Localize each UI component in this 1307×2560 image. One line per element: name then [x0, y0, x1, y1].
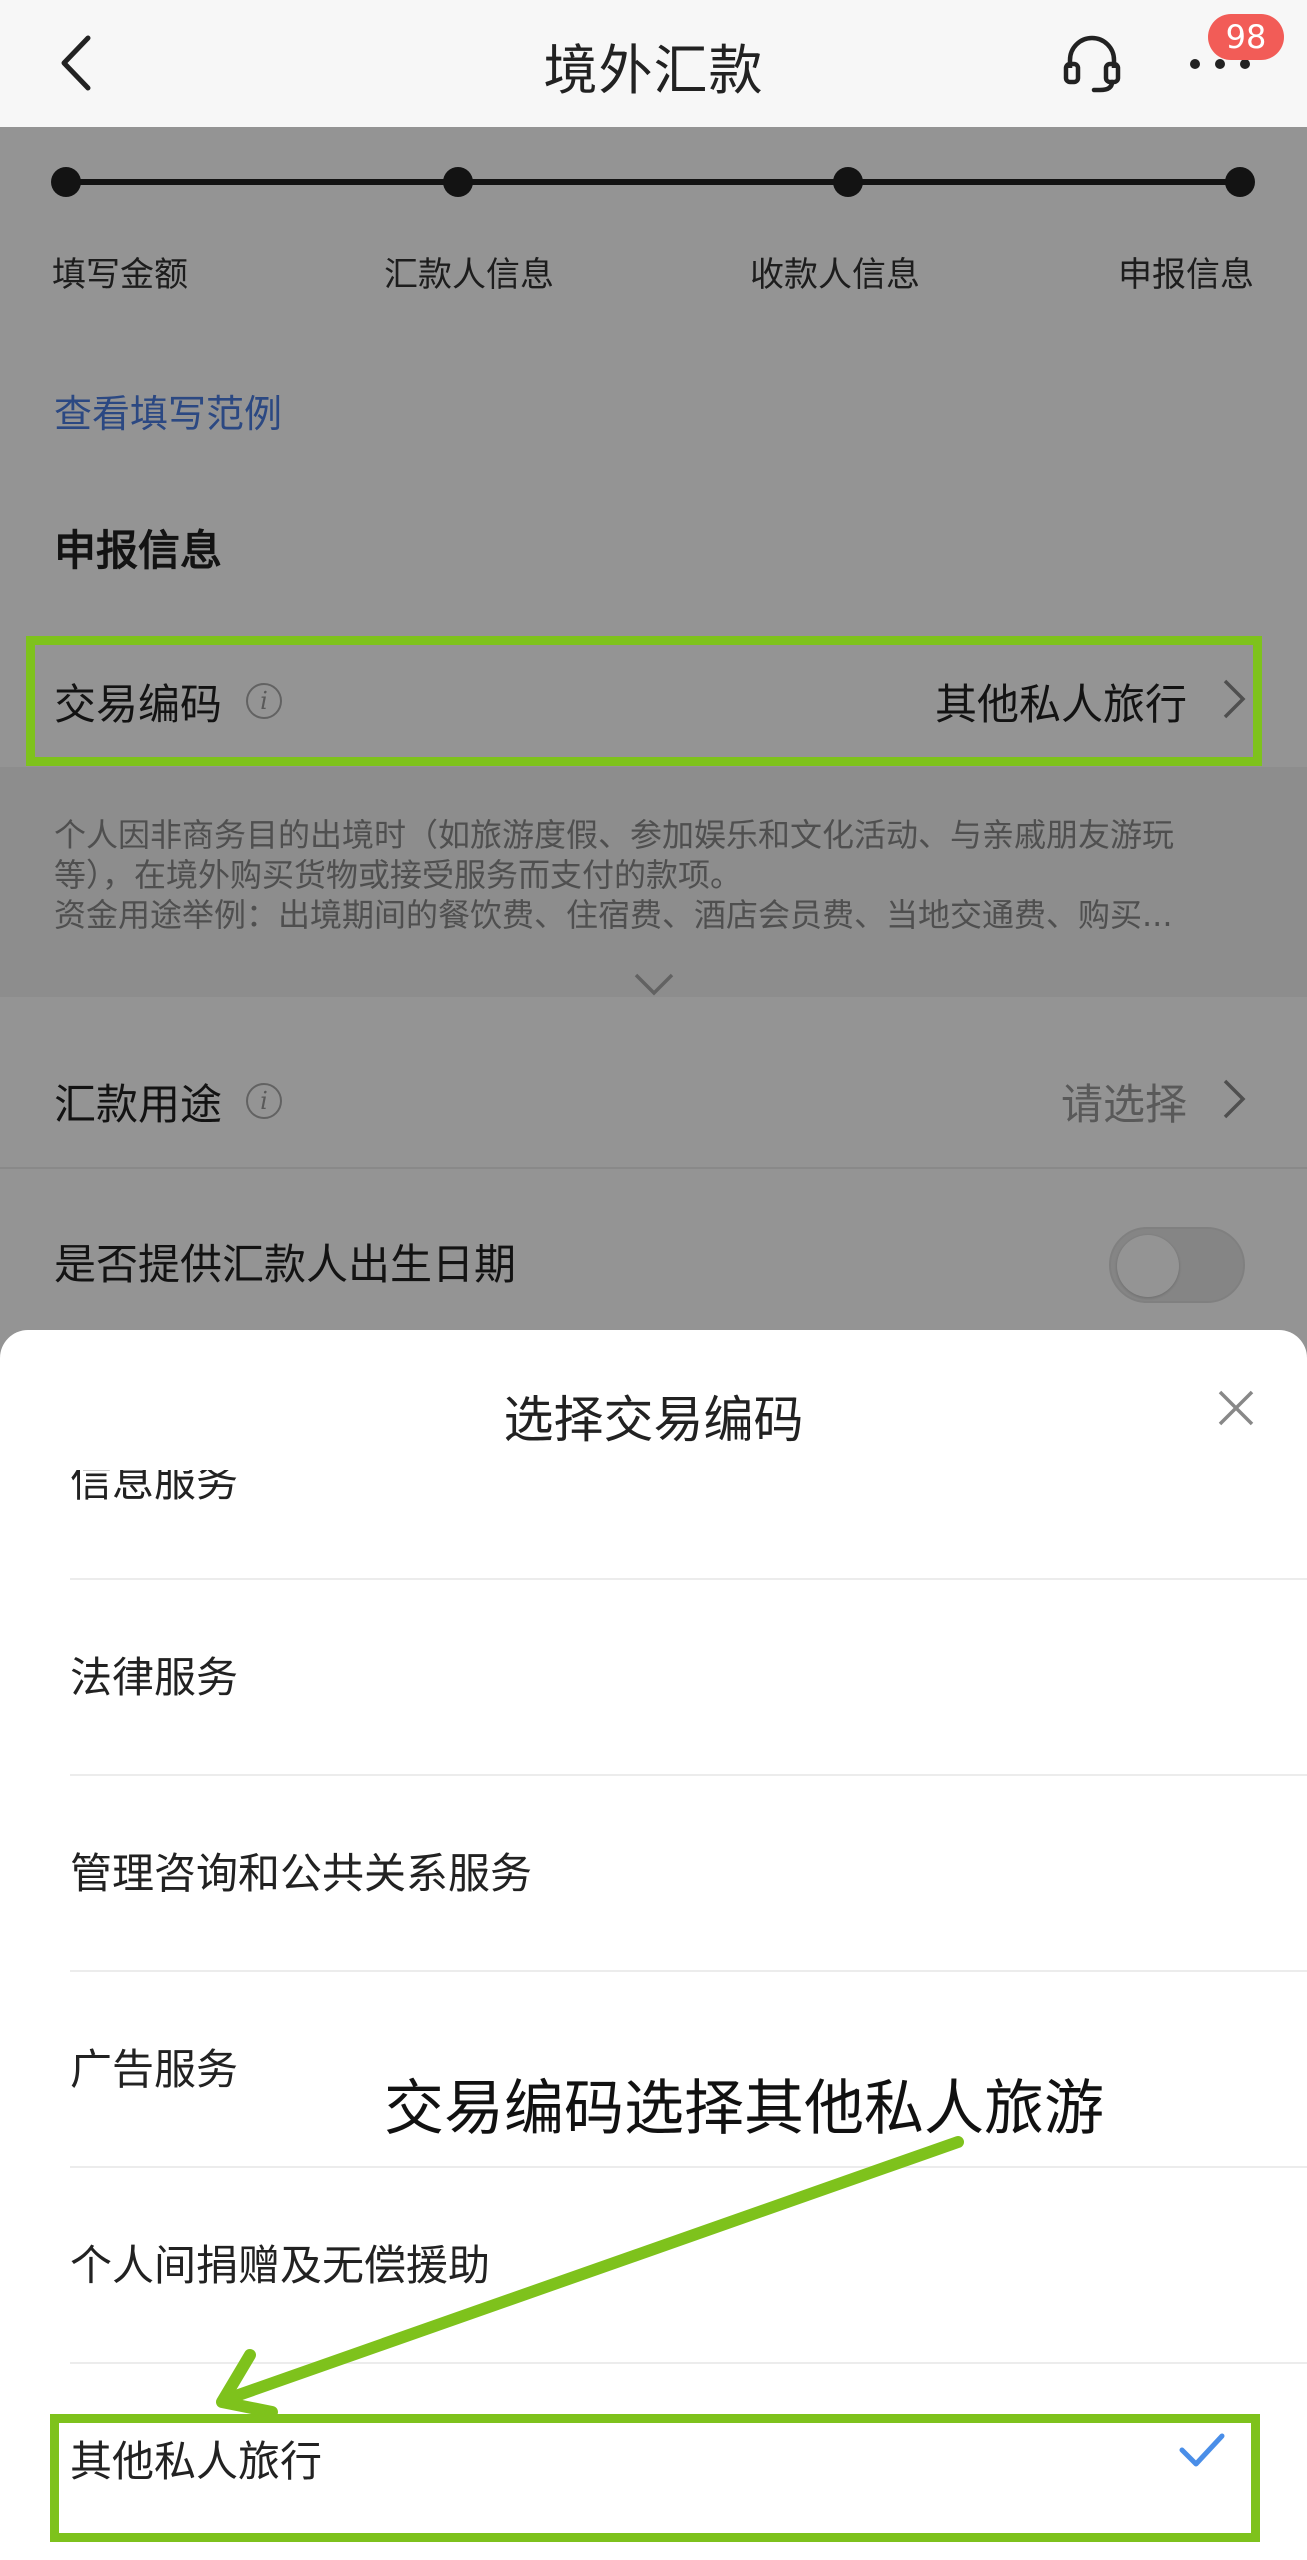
- list-item[interactable]: 法律服务: [0, 1580, 1307, 1776]
- close-icon[interactable]: [1214, 1386, 1258, 1430]
- list-item-label: 信息服务: [70, 1470, 239, 1506]
- list-item[interactable]: 管理咨询和公共关系服务: [0, 1776, 1307, 1972]
- list-item-label: 管理咨询和公共关系服务: [70, 1849, 533, 1898]
- annotation-arrow: [216, 2136, 964, 2418]
- annotation-highlight-box: [50, 2414, 1260, 2542]
- app-screen: 境外汇款 98 填写金额 汇款人信息 收款人信息 申报信息 查看填写范例 申报信…: [0, 0, 1307, 2560]
- list-item-label: 广告服务: [70, 2045, 239, 2094]
- list-item[interactable]: 信息服务: [0, 1470, 1307, 1580]
- sheet-title: 选择交易编码: [503, 1391, 804, 1449]
- annotation-highlight-box: [26, 636, 1262, 766]
- nav-header: 境外汇款 98: [0, 0, 1307, 127]
- notification-badge: 98: [1208, 14, 1284, 60]
- list-item-label: 法律服务: [70, 1653, 239, 1702]
- headset-icon[interactable]: [1060, 30, 1124, 94]
